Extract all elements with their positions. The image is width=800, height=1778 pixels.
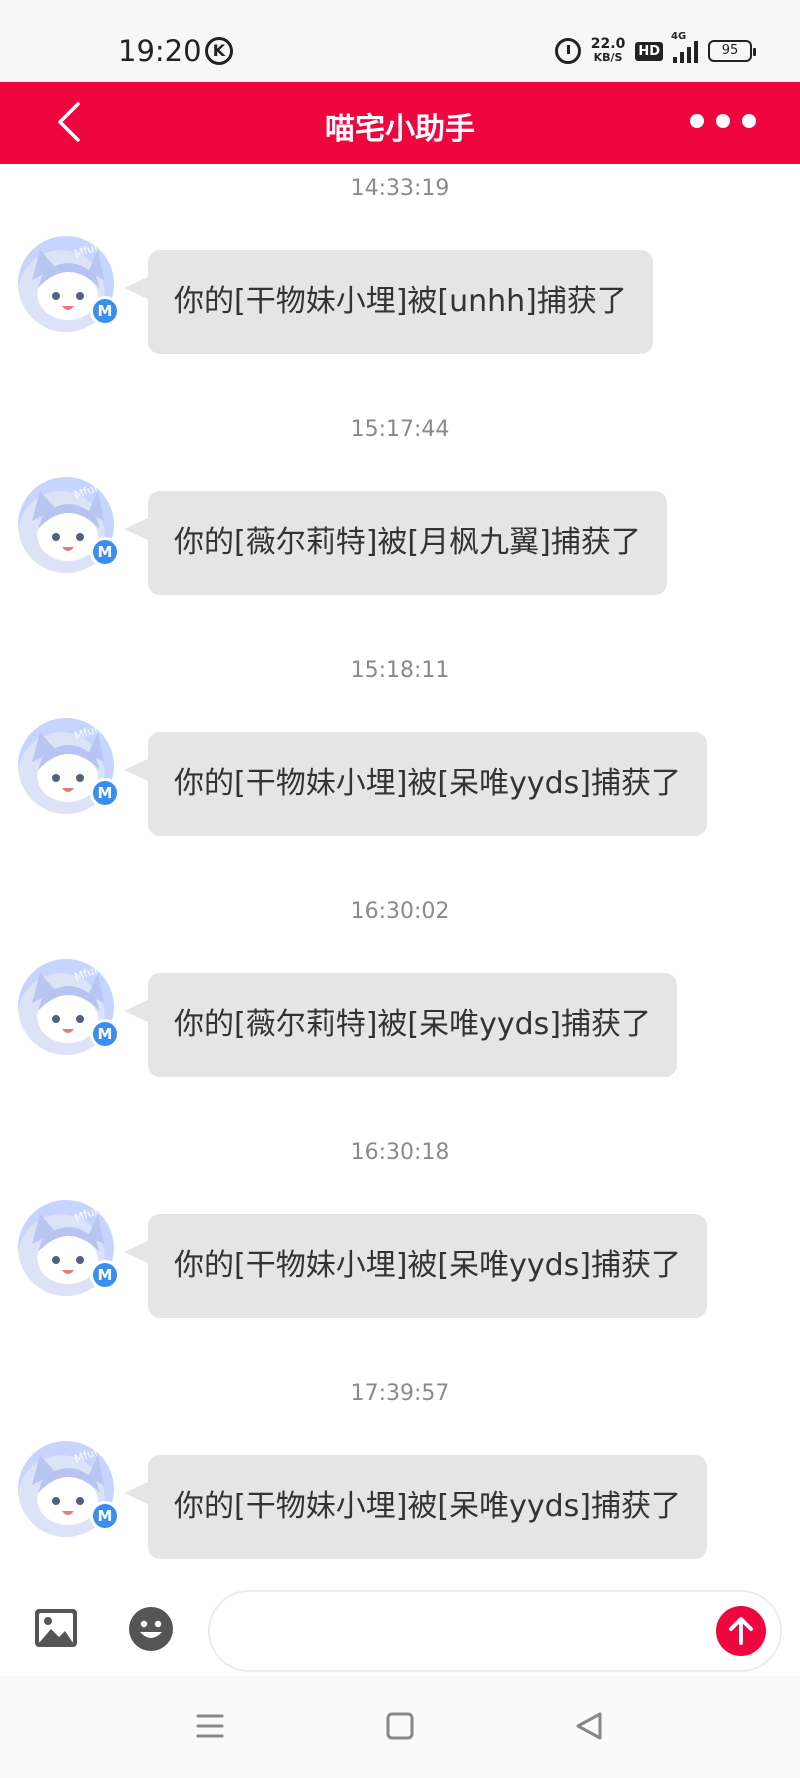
- verified-badge-icon: M: [90, 1019, 120, 1049]
- message-bubble[interactable]: 你的[干物妹小埋]被[呆唯yyds]捕获了: [124, 732, 707, 836]
- avatar[interactable]: Mfuns M: [18, 959, 120, 1055]
- message-timestamp: 16:30:18: [350, 1140, 450, 1165]
- avatar[interactable]: Mfuns M: [18, 1441, 120, 1537]
- home-button[interactable]: [380, 1706, 420, 1746]
- more-dot-icon: [716, 114, 730, 128]
- more-options-button[interactable]: [690, 114, 756, 128]
- page-title: 喵宅小助手: [325, 112, 475, 147]
- message-input-bar: [0, 1586, 800, 1676]
- header-bar: 喵宅小助手: [0, 82, 800, 164]
- avatar[interactable]: Mfuns M: [18, 477, 120, 573]
- k-app-icon: K: [205, 37, 233, 65]
- avatar-brand-text: Mfuns: [73, 1201, 109, 1225]
- message-timestamp: 15:17:44: [350, 417, 450, 442]
- avatar-brand-text: Mfuns: [73, 719, 109, 743]
- arrow-up-icon: [729, 1617, 753, 1645]
- avatar-brand-text: Mfuns: [73, 1442, 109, 1466]
- recent-apps-button[interactable]: [190, 1706, 230, 1746]
- avatar[interactable]: Mfuns M: [18, 1200, 120, 1296]
- verified-badge-icon: M: [90, 1501, 120, 1531]
- hd-icon: HD: [635, 41, 663, 61]
- image-icon: [35, 1609, 77, 1647]
- network-speed: 22.0 KB/S: [590, 36, 626, 64]
- alarm-icon: [554, 38, 581, 64]
- verified-badge-icon: M: [90, 537, 120, 567]
- avatar-brand-text: Mfuns: [73, 478, 109, 502]
- message-group: 16:30:02 Mfuns M 你的[薇尔莉特]被[呆唯yyds]捕获了: [0, 887, 800, 1128]
- verified-badge-icon: M: [90, 296, 120, 326]
- avatar[interactable]: Mfuns M: [18, 236, 120, 332]
- message-group: 15:18:11 Mfuns M 你的[干物妹小埋]被[呆唯yyds]捕获了: [0, 646, 800, 887]
- status-icons: 22.0 KB/S HD 4G 95: [554, 31, 756, 68]
- emoji-icon: [129, 1607, 173, 1651]
- home-square-icon: [386, 1712, 414, 1740]
- message-timestamp: 14:33:19: [350, 176, 450, 201]
- avatar-brand-text: Mfuns: [73, 237, 109, 261]
- system-back-button[interactable]: [570, 1706, 610, 1746]
- avatar[interactable]: Mfuns M: [18, 718, 120, 814]
- message-bubble[interactable]: 你的[干物妹小埋]被[unhh]捕获了: [124, 250, 653, 354]
- status-time: 19:20: [118, 34, 202, 68]
- battery-icon: 95: [708, 40, 756, 62]
- message-timestamp: 15:18:11: [350, 658, 450, 683]
- back-triangle-icon: [576, 1712, 602, 1740]
- verified-badge-icon: M: [90, 778, 120, 808]
- network-speed-value: 22.0: [590, 36, 626, 52]
- message-bubble[interactable]: 你的[干物妹小埋]被[呆唯yyds]捕获了: [124, 1214, 707, 1318]
- message-group: 14:33:19 Mfuns M 你的[干物妹小埋]被[unhh]捕获了: [0, 164, 800, 405]
- send-button[interactable]: [716, 1606, 766, 1656]
- status-bar: 19:20 K 22.0 KB/S HD 4G 95: [0, 0, 800, 82]
- more-dot-icon: [742, 114, 756, 128]
- message-timestamp: 17:39:57: [350, 1381, 450, 1406]
- chat-messages[interactable]: 14:33:19 Mfuns M 你的[干物妹小埋]被[unhh]捕获了 15:…: [0, 164, 800, 1586]
- message-group: 15:17:44 Mfuns M 你的[薇尔莉特]被[月枫九翼]捕获了: [0, 405, 800, 646]
- emoji-button[interactable]: [128, 1606, 174, 1652]
- signal-icon: 4G: [671, 31, 698, 63]
- image-button[interactable]: [34, 1608, 78, 1648]
- system-navigation-bar: [0, 1676, 800, 1778]
- avatar-brand-text: Mfuns: [73, 960, 109, 984]
- signal-label: 4G: [671, 31, 687, 42]
- message-timestamp: 16:30:02: [350, 899, 450, 924]
- message-group: 17:39:57 Mfuns M 你的[干物妹小埋]被[呆唯yyds]捕获了: [0, 1369, 800, 1586]
- verified-badge-icon: M: [90, 1260, 120, 1290]
- network-speed-unit: KB/S: [593, 51, 623, 64]
- message-bubble[interactable]: 你的[干物妹小埋]被[呆唯yyds]捕获了: [124, 1455, 707, 1559]
- message-bubble[interactable]: 你的[薇尔莉特]被[呆唯yyds]捕获了: [124, 973, 677, 1077]
- message-group: 16:30:18 Mfuns M 你的[干物妹小埋]被[呆唯yyds]捕获了: [0, 1128, 800, 1369]
- more-dot-icon: [690, 114, 704, 128]
- menu-icon: [196, 1714, 224, 1738]
- message-input[interactable]: [208, 1590, 782, 1672]
- message-bubble[interactable]: 你的[薇尔莉特]被[月枫九翼]捕获了: [124, 491, 667, 595]
